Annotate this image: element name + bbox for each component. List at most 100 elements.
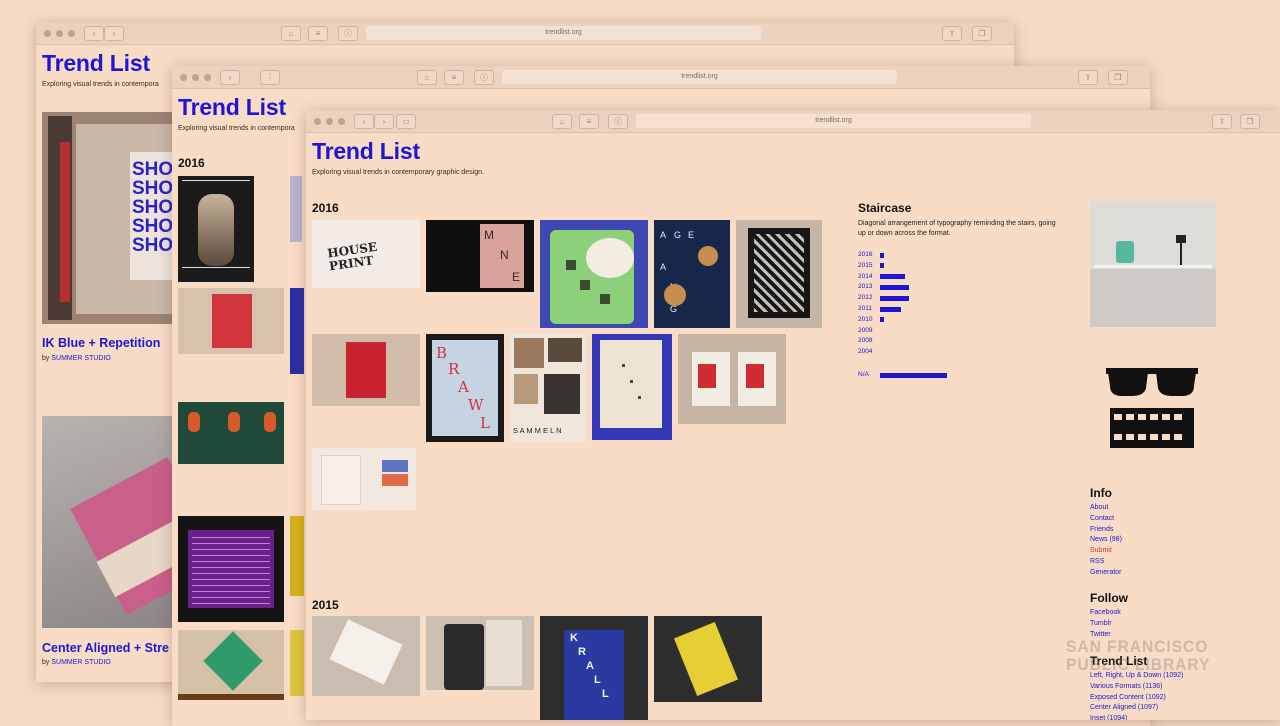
post-thumbnail[interactable]: SHO SHO SHO SHO SHO: [42, 112, 172, 324]
poster-thumbnail[interactable]: [178, 288, 284, 354]
share-icon[interactable]: ⇪: [1212, 114, 1232, 129]
shield-icon[interactable]: ⓘ: [474, 70, 494, 85]
back-icon[interactable]: ‹: [220, 70, 240, 85]
poster-thumbnail[interactable]: M N E: [426, 220, 534, 292]
year-bar: [880, 306, 901, 312]
poster-thumbnail[interactable]: [178, 402, 284, 464]
sunglasses-logo-icon: [1102, 364, 1202, 454]
poster-thumbnail[interactable]: [736, 220, 822, 328]
window-controls[interactable]: [314, 118, 345, 125]
sidebar-link[interactable]: Various Formats (1136): [1090, 682, 1183, 693]
site-logo[interactable]: Trend List: [178, 94, 286, 121]
forward-icon[interactable]: ›: [374, 114, 394, 129]
year-bar: [880, 274, 906, 280]
poster-thumbnail[interactable]: [312, 616, 420, 696]
year-label[interactable]: 2012: [858, 293, 872, 303]
year-bar: [880, 317, 885, 323]
menu-icon[interactable]: ≡: [579, 114, 599, 129]
share-icon[interactable]: ⇪: [1078, 70, 1098, 85]
year-heading-2015: 2015: [312, 598, 339, 612]
poster-thumbnail[interactable]: [290, 288, 304, 374]
year-label[interactable]: 2004: [858, 347, 872, 357]
poster-thumbnail[interactable]: [178, 630, 284, 700]
poster-thumbnail[interactable]: B R A W L: [426, 334, 504, 442]
poster-thumbnail[interactable]: [426, 616, 534, 690]
year-label[interactable]: 2009: [858, 326, 872, 336]
poster-thumbnail[interactable]: [592, 334, 672, 440]
site-logo[interactable]: Trend List: [312, 138, 420, 165]
poster-thumbnail[interactable]: [178, 176, 254, 282]
home-icon[interactable]: ⌂: [417, 70, 437, 85]
back-icon[interactable]: ‹: [84, 26, 104, 41]
poster-letter: M: [484, 228, 494, 242]
featured-thumbnail[interactable]: [1090, 201, 1216, 327]
share-icon[interactable]: ⇪: [942, 26, 962, 41]
post-thumbnail[interactable]: [42, 416, 172, 628]
menu-icon[interactable]: ≡: [308, 26, 328, 41]
year-label[interactable]: 2010: [858, 315, 872, 325]
author-link[interactable]: SUMMER STUDIO: [51, 355, 111, 362]
year-label[interactable]: 2008: [858, 336, 872, 346]
sidebar-link[interactable]: Inset (1094): [1090, 714, 1183, 720]
poster-letter: G: [674, 230, 682, 240]
back-icon[interactable]: ‹: [354, 114, 374, 129]
year-label[interactable]: 2011: [858, 304, 872, 314]
year-label[interactable]: 2015: [858, 261, 872, 271]
poster-word: SHO: [132, 178, 172, 199]
sidebar-icon[interactable]: ▭: [396, 114, 416, 129]
sidebar-link[interactable]: About: [1090, 503, 1122, 514]
tabs-icon[interactable]: ❐: [1240, 114, 1260, 129]
watermark-line: PUBLIC LIBRARY: [1066, 655, 1211, 674]
site-tagline: Exploring visual trends in contempora: [178, 125, 295, 132]
sidebar-link[interactable]: News (98): [1090, 535, 1122, 546]
address-bar[interactable]: trendlist.org: [636, 114, 1031, 128]
sidebar-link[interactable]: Tumblr: [1090, 619, 1121, 630]
poster-thumbnail[interactable]: [290, 176, 302, 242]
author-link[interactable]: SUMMER STUDIO: [51, 659, 111, 666]
address-bar[interactable]: trendlist.org: [502, 70, 897, 84]
poster-thumbnail[interactable]: K R A L L: [540, 616, 648, 720]
post-title[interactable]: IK Blue + Repetition: [42, 336, 160, 350]
forward-icon[interactable]: ⋮: [260, 70, 280, 85]
year-label[interactable]: 2013: [858, 282, 872, 292]
tabs-icon[interactable]: ❐: [1108, 70, 1128, 85]
follow-heading: Follow: [1090, 591, 1128, 605]
home-icon[interactable]: ⌂: [281, 26, 301, 41]
sidebar-link[interactable]: Exposed Content (1092): [1090, 693, 1183, 704]
poster-thumbnail[interactable]: A G E A N G: [654, 220, 730, 328]
tabs-icon[interactable]: ❐: [972, 26, 992, 41]
sidebar-link[interactable]: Center Aligned (1097): [1090, 703, 1183, 714]
sidebar-link[interactable]: Submit: [1090, 546, 1122, 557]
sidebar-link[interactable]: RSS: [1090, 557, 1122, 568]
year-label[interactable]: 2014: [858, 272, 872, 282]
poster-thumbnail[interactable]: [312, 334, 420, 406]
poster-thumbnail[interactable]: [678, 334, 786, 424]
poster-thumbnail[interactable]: S A M M E L N: [510, 334, 586, 442]
poster-thumbnail[interactable]: [178, 516, 284, 622]
shield-icon[interactable]: ⓘ: [338, 26, 358, 41]
site-logo[interactable]: Trend List: [42, 50, 150, 77]
window-controls[interactable]: [44, 30, 75, 37]
poster-thumbnail[interactable]: [540, 220, 648, 328]
post-title[interactable]: Center Aligned + Stre: [42, 641, 169, 655]
sidebar-link[interactable]: Facebook: [1090, 608, 1121, 619]
shield-icon[interactable]: ⓘ: [608, 114, 628, 129]
poster-thumbnail[interactable]: [654, 616, 762, 702]
sidebar-link[interactable]: Contact: [1090, 514, 1122, 525]
poster-thumbnail[interactable]: [290, 630, 304, 696]
sidebar-link[interactable]: Friends: [1090, 525, 1122, 536]
poster-thumbnail[interactable]: [312, 448, 416, 510]
address-bar[interactable]: trendlist.org: [366, 26, 761, 40]
year-label[interactable]: N/A: [858, 370, 869, 380]
sidebar-link[interactable]: Generator: [1090, 568, 1122, 579]
poster-letter: N: [500, 248, 509, 262]
poster-thumbnail[interactable]: HOUSE PRINT: [312, 220, 420, 288]
year-label[interactable]: 2016: [858, 250, 872, 260]
poster-thumbnail[interactable]: [290, 516, 304, 596]
post-byline: by SUMMER STUDIO: [42, 355, 111, 362]
window-controls[interactable]: [180, 74, 211, 81]
forward-icon[interactable]: ›: [104, 26, 124, 41]
home-icon[interactable]: ⌂: [552, 114, 572, 129]
post-byline: by SUMMER STUDIO: [42, 659, 111, 666]
menu-icon[interactable]: ≡: [444, 70, 464, 85]
